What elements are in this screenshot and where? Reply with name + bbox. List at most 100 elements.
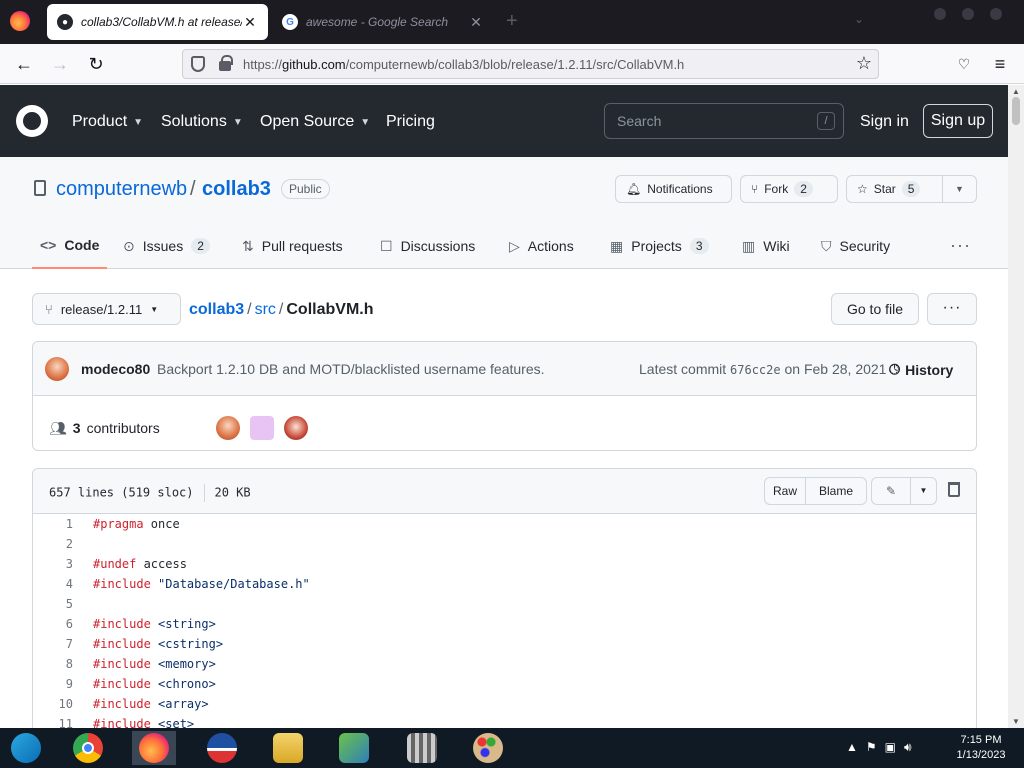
- repo-name-link[interactable]: collab3: [202, 178, 271, 201]
- taskbar-clock[interactable]: 7:15 PM 1/13/2023: [940, 733, 1022, 763]
- volume-icon[interactable]: 🔊︎: [904, 740, 912, 755]
- star-button[interactable]: ☆ Star 5: [846, 175, 943, 203]
- tab-projects[interactable]: ▦ Projects 3: [610, 223, 709, 269]
- star-dropdown-button[interactable]: ▼: [942, 175, 977, 203]
- code-text: access: [136, 557, 187, 571]
- scroll-up-icon[interactable]: ▲: [1012, 87, 1020, 96]
- more-tabs-icon[interactable]: ···: [950, 235, 971, 256]
- close-tab-icon[interactable]: ✕: [242, 14, 258, 31]
- code-line: 7 #include <cstring>: [33, 634, 976, 654]
- commit-sha-link[interactable]: 676cc2e: [730, 363, 781, 377]
- raw-button[interactable]: Raw: [764, 477, 806, 505]
- forward-arrow-icon[interactable]: →: [48, 52, 72, 76]
- line-number[interactable]: 4: [33, 574, 73, 594]
- nav-open-source[interactable]: Open Source ▼: [260, 113, 370, 131]
- line-number[interactable]: 9: [33, 674, 73, 694]
- nav-pricing[interactable]: Pricing: [386, 113, 435, 131]
- commit-author-link[interactable]: modeco80: [81, 361, 150, 377]
- author-avatar[interactable]: [45, 357, 69, 381]
- breadcrumb: collab3/src / CollabVM.h: [189, 301, 374, 318]
- pocket-icon[interactable]: ♡: [952, 52, 976, 76]
- sign-up-button[interactable]: Sign up: [923, 104, 993, 138]
- latest-commit-row: modeco80 Backport 1.2.10 DB and MOTD/bla…: [33, 342, 976, 396]
- repo-owner-link[interactable]: computernewb: [56, 178, 187, 201]
- commit-message-link[interactable]: Backport 1.2.10 DB and MOTD/blacklisted …: [157, 361, 545, 377]
- contributors-row[interactable]: 👥︎ 3 contributors: [49, 416, 308, 440]
- contributor-avatar[interactable]: [215, 416, 240, 440]
- firefox-menu-icon[interactable]: [10, 11, 30, 31]
- tab-github[interactable]: ● collab3/CollabVM.h at release/1 ✕: [47, 4, 268, 40]
- show-hidden-icons-chevron-icon[interactable]: ▲: [846, 740, 858, 755]
- sign-in-link[interactable]: Sign in: [860, 113, 909, 131]
- close-tab-icon[interactable]: ✕: [468, 14, 484, 31]
- code-keyword: #pragma: [93, 517, 144, 531]
- back-arrow-icon[interactable]: ←: [12, 52, 36, 76]
- edit-pencil-icon[interactable]: ✎: [871, 477, 911, 505]
- go-to-file-button[interactable]: Go to file: [831, 293, 919, 325]
- tab-google[interactable]: G awesome - Google Search ✕: [272, 4, 494, 40]
- maximize-window-button[interactable]: [962, 8, 974, 20]
- film-clapper-icon[interactable]: [400, 731, 444, 765]
- code-listing: 1 #pragma once 2 3 #undef access 4 #include "D…: [33, 514, 976, 728]
- edit-dropdown-chevron-icon[interactable]: ▼: [910, 477, 937, 505]
- tab-discussions[interactable]: ☐ Discussions: [380, 223, 475, 269]
- tab-actions[interactable]: ▷ Actions: [509, 223, 574, 269]
- network-icon[interactable]: ▣: [885, 740, 896, 755]
- lock-icon[interactable]: [219, 55, 233, 71]
- line-number[interactable]: 1: [33, 514, 73, 534]
- breadcrumb-dir-link[interactable]: src: [255, 301, 276, 318]
- campaign-logo-icon[interactable]: [200, 731, 244, 765]
- line-number[interactable]: 10: [33, 694, 73, 714]
- tab-code[interactable]: <> Code: [32, 223, 108, 269]
- address-bar[interactable]: https://github.com/computernewb/collab3/…: [182, 49, 879, 79]
- close-window-button[interactable]: [990, 8, 1002, 20]
- start-button[interactable]: [4, 731, 48, 765]
- line-number[interactable]: 6: [33, 614, 73, 634]
- branch-selector[interactable]: ⑂ release/1.2.11 ▼: [32, 293, 181, 325]
- file-explorer-icon[interactable]: [266, 731, 310, 765]
- blame-button[interactable]: Blame: [805, 477, 867, 505]
- notifications-button[interactable]: 🔔︎ Notifications: [615, 175, 732, 203]
- page-scrollbar[interactable]: ▲ ▼: [1008, 85, 1024, 728]
- fork-button[interactable]: ⑂ Fork 2: [740, 175, 838, 203]
- line-number[interactable]: 5: [33, 594, 73, 614]
- hamburger-menu-icon[interactable]: ≡: [988, 52, 1012, 76]
- tracking-protection-shield-icon[interactable]: [191, 56, 205, 72]
- contributor-avatar[interactable]: [283, 416, 308, 440]
- bell-icon: 🔔︎: [626, 182, 642, 196]
- reload-icon[interactable]: ↻: [84, 52, 108, 76]
- more-options-button[interactable]: ···: [927, 293, 977, 325]
- scroll-down-icon[interactable]: ▼: [1012, 717, 1020, 726]
- network-people-icon[interactable]: [332, 731, 376, 765]
- file-viewer: 657 lines (519 sloc) 20 KB Raw Blame ✎ ▼ …: [32, 468, 977, 728]
- nav-product[interactable]: Product ▼: [72, 113, 143, 131]
- scrollbar-thumb[interactable]: [1012, 97, 1020, 125]
- tab-issues[interactable]: ⊙ Issues 2: [123, 223, 210, 269]
- repo-tabs: <> Code ⊙ Issues 2 ⇅ Pull requests ☐ Discussi…: [0, 223, 1008, 269]
- paint-palette-icon[interactable]: [466, 731, 510, 765]
- minimize-window-button[interactable]: [934, 8, 946, 20]
- breadcrumb-repo-link[interactable]: collab3: [189, 301, 244, 318]
- line-number[interactable]: 3: [33, 554, 73, 574]
- search-input[interactable]: Search /: [604, 103, 844, 139]
- tab-pull-requests[interactable]: ⇅ Pull requests: [242, 223, 343, 269]
- flag-icon[interactable]: ⚑: [866, 740, 877, 755]
- chrome-icon[interactable]: [66, 731, 110, 765]
- history-link[interactable]: 🕓︎ History: [889, 361, 953, 378]
- new-tab-icon[interactable]: +: [506, 10, 518, 33]
- github-logo-icon[interactable]: [16, 105, 48, 137]
- trash-icon[interactable]: [948, 482, 960, 497]
- contributor-avatar[interactable]: [249, 416, 274, 440]
- bookmark-star-icon[interactable]: ☆: [856, 53, 872, 74]
- firefox-taskbar-icon[interactable]: [132, 731, 176, 765]
- tab-security[interactable]: ⛉ Security: [821, 223, 890, 269]
- list-tabs-icon[interactable]: ⌄: [854, 12, 864, 26]
- line-number[interactable]: 11: [33, 714, 73, 728]
- line-number[interactable]: 8: [33, 654, 73, 674]
- line-number[interactable]: 7: [33, 634, 73, 654]
- tab-wiki[interactable]: ▥ Wiki: [742, 223, 790, 269]
- url-text[interactable]: https://github.com/computernewb/collab3/…: [243, 57, 684, 72]
- nav-solutions[interactable]: Solutions ▼: [161, 113, 243, 131]
- line-number[interactable]: 2: [33, 534, 73, 554]
